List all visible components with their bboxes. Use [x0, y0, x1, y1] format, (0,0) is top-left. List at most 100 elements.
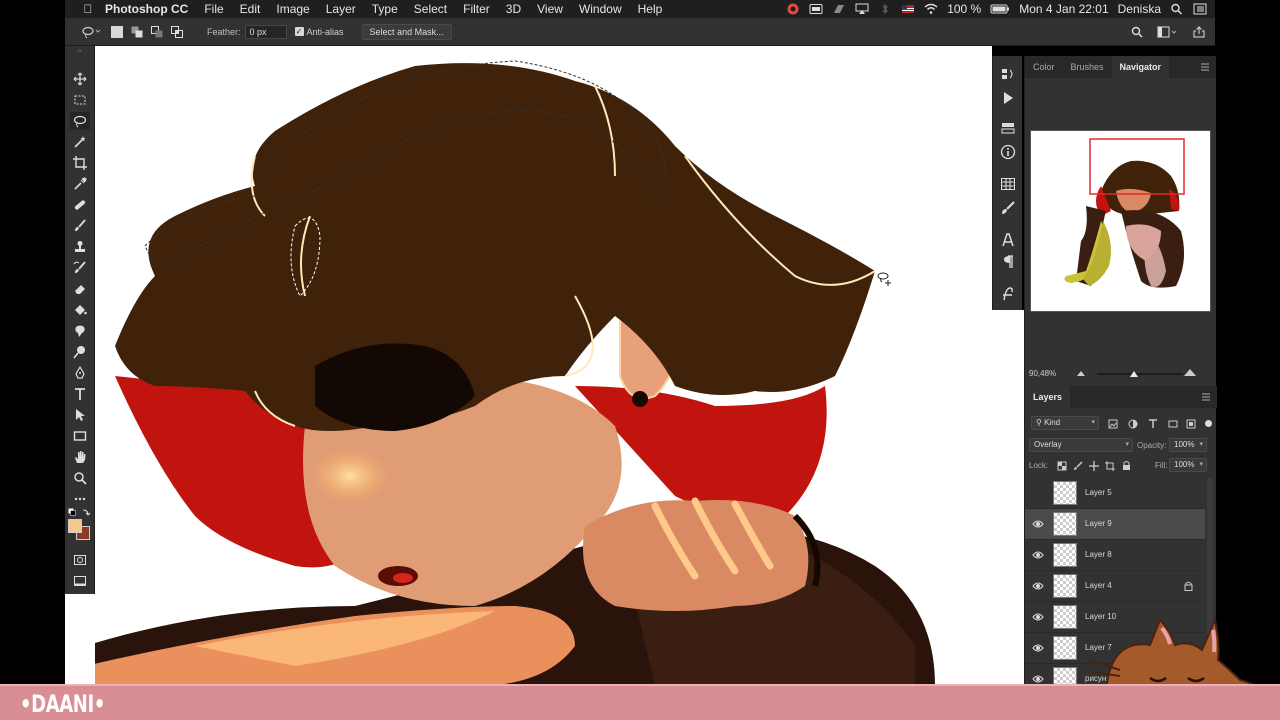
user-name[interactable]: Deniska — [1118, 2, 1161, 16]
blend-mode-dropdown[interactable]: Overlay ▾ — [1029, 438, 1133, 452]
visibility-eye-icon[interactable] — [1032, 550, 1044, 560]
filter-adjustment-icon[interactable] — [1128, 419, 1138, 429]
bluetooth-icon[interactable] — [878, 3, 892, 15]
layer-name[interactable]: Layer 9 — [1085, 519, 1112, 528]
screen-share-icon[interactable] — [809, 3, 823, 15]
adjustments-panel-icon[interactable] — [1000, 120, 1016, 136]
filter-type-icon[interactable] — [1148, 419, 1158, 429]
default-colors-icon[interactable] — [68, 508, 92, 518]
select-and-mask-button[interactable]: Select and Mask... — [361, 23, 452, 40]
toolbar-grip[interactable]: » — [65, 46, 94, 56]
menu-app[interactable]: Photoshop CC — [97, 2, 196, 16]
menu-select[interactable]: Select — [406, 2, 455, 16]
zoom-slider-track[interactable] — [1097, 373, 1183, 375]
panel-menu-icon[interactable] — [1200, 62, 1210, 72]
paragraph-panel-icon[interactable] — [1000, 254, 1016, 270]
layer-name[interactable]: Layer 5 — [1085, 488, 1112, 497]
eyedropper-tool[interactable] — [70, 175, 90, 193]
lock-artboard-icon[interactable] — [1105, 461, 1115, 471]
layer-row[interactable]: Layer 5 — [1025, 478, 1205, 509]
subtract-selection-icon[interactable] — [151, 25, 163, 38]
workspace-switcher-icon[interactable] — [1157, 26, 1179, 38]
visibility-eye-icon[interactable] — [1032, 674, 1044, 684]
lock-transparent-icon[interactable] — [1057, 461, 1067, 471]
healing-brush-tool[interactable] — [70, 196, 90, 214]
opacity-input[interactable]: 100% ▾ — [1169, 438, 1207, 452]
actions-play-icon[interactable] — [1000, 90, 1016, 106]
intersect-selection-icon[interactable] — [171, 25, 183, 38]
share-icon[interactable] — [1193, 25, 1205, 38]
airplay-icon[interactable] — [855, 3, 869, 15]
visibility-eye-icon[interactable] — [1032, 643, 1044, 653]
paint-bucket-tool[interactable] — [70, 301, 90, 319]
tab-layers[interactable]: Layers — [1025, 386, 1071, 408]
document-canvas[interactable] — [95, 46, 992, 684]
navigator-preview[interactable] — [1030, 130, 1211, 312]
clock[interactable]: Mon 4 Jan 22:01 — [1019, 2, 1108, 16]
feather-input[interactable]: 0 px — [244, 24, 287, 39]
zoom-out-icon[interactable] — [1077, 370, 1085, 376]
notification-center-icon[interactable] — [1193, 3, 1207, 15]
canvas-extension-right[interactable] — [992, 310, 1024, 684]
screen-mode-button[interactable] — [70, 572, 90, 590]
apple-icon[interactable]:  — [79, 2, 97, 16]
lasso-tool[interactable] — [70, 112, 90, 130]
lock-pixels-icon[interactable] — [1073, 461, 1083, 471]
swatches-panel-icon[interactable] — [1000, 176, 1016, 192]
brush-tool[interactable] — [70, 217, 90, 235]
zoom-in-icon[interactable] — [1184, 368, 1196, 376]
script-icon[interactable] — [832, 3, 846, 15]
marquee-tool[interactable] — [70, 91, 90, 109]
layer-row[interactable]: Layer 9 — [1025, 509, 1205, 540]
layer-name[interactable]: Layer 8 — [1085, 550, 1112, 559]
menu-file[interactable]: File — [196, 2, 231, 16]
fill-input[interactable]: 100% ▾ — [1169, 458, 1207, 472]
hand-tool[interactable] — [70, 448, 90, 466]
menu-3d[interactable]: 3D — [498, 2, 529, 16]
edit-toolbar-button[interactable] — [70, 490, 90, 508]
layer-name[interactable]: Layer 4 — [1085, 581, 1112, 590]
lock-position-icon[interactable] — [1089, 461, 1099, 471]
history-panel-icon[interactable] — [1000, 66, 1016, 82]
quick-mask-button[interactable] — [70, 551, 90, 569]
tab-color[interactable]: Color — [1025, 56, 1063, 78]
visibility-eye-icon[interactable] — [1032, 581, 1044, 591]
smudge-tool[interactable] — [70, 322, 90, 340]
info-panel-icon[interactable] — [1000, 144, 1016, 160]
foreground-color-swatch[interactable] — [68, 519, 82, 533]
filter-toggle[interactable] — [1205, 420, 1212, 427]
character-panel-icon[interactable] — [1000, 232, 1016, 248]
layer-row[interactable]: Layer 8 — [1025, 540, 1205, 571]
filter-pixel-icon[interactable] — [1108, 419, 1118, 429]
filter-smart-object-icon[interactable] — [1186, 419, 1196, 429]
menu-window[interactable]: Window — [571, 2, 630, 16]
magic-wand-tool[interactable] — [70, 133, 90, 151]
wifi-icon[interactable] — [924, 3, 938, 15]
brush-settings-icon[interactable] — [1000, 200, 1016, 216]
new-selection-icon[interactable] — [111, 25, 123, 38]
menu-help[interactable]: Help — [630, 2, 671, 16]
search-icon[interactable] — [1131, 26, 1143, 38]
visibility-eye-icon[interactable] — [1032, 519, 1044, 529]
anti-alias-checkbox[interactable]: ✓ — [294, 27, 304, 36]
pen-tool[interactable] — [70, 364, 90, 382]
path-selection-tool[interactable] — [70, 406, 90, 424]
tab-navigator[interactable]: Navigator — [1111, 56, 1170, 78]
menu-image[interactable]: Image — [268, 2, 317, 16]
menu-type[interactable]: Type — [364, 2, 406, 16]
creative-cloud-icon[interactable] — [786, 3, 800, 15]
zoom-slider-handle[interactable] — [1130, 369, 1138, 377]
move-tool[interactable] — [70, 70, 90, 88]
type-tool[interactable] — [70, 385, 90, 403]
clone-stamp-tool[interactable] — [70, 238, 90, 256]
menu-filter[interactable]: Filter — [455, 2, 498, 16]
layer-row[interactable]: Layer 4 — [1025, 571, 1205, 602]
visibility-eye-icon[interactable] — [1032, 612, 1044, 622]
lock-all-icon[interactable] — [1122, 460, 1131, 471]
filter-shape-icon[interactable] — [1168, 419, 1178, 429]
spotlight-search-icon[interactable] — [1170, 3, 1184, 15]
menu-edit[interactable]: Edit — [232, 2, 269, 16]
dodge-tool[interactable] — [70, 343, 90, 361]
canvas-extension-left[interactable] — [65, 594, 95, 684]
tool-preset-picker[interactable] — [81, 24, 103, 40]
